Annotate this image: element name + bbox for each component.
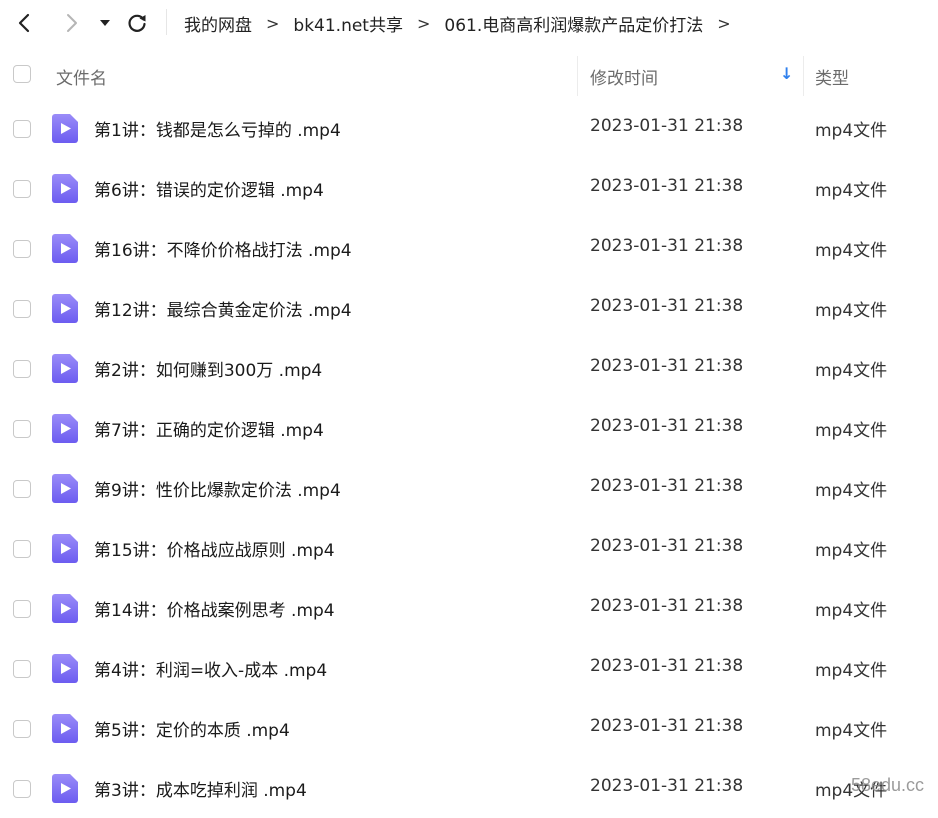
file-modified-time: 2023-01-31 21:38 [590, 656, 743, 676]
file-type: mp4文件 [815, 296, 887, 321]
file-modified-time: 2023-01-31 21:38 [590, 116, 743, 136]
caret-down-icon [99, 18, 111, 28]
file-modified-time: 2023-01-31 21:38 [590, 716, 743, 736]
refresh-button[interactable] [122, 8, 152, 38]
file-row[interactable]: 第7讲：正确的定价逻辑 .mp4 2023-01-31 21:38 mp4文件 [0, 398, 938, 458]
file-modified-time: 2023-01-31 21:38 [590, 596, 743, 616]
file-row[interactable]: 第3讲：成本吃掉利润 .mp4 2023-01-31 21:38 mp4文件 [0, 758, 938, 818]
row-checkbox[interactable] [13, 720, 31, 738]
file-modified-time: 2023-01-31 21:38 [590, 236, 743, 256]
watermark: 58edu.cc [851, 775, 924, 796]
column-header-type[interactable]: 类型 [815, 64, 849, 89]
file-list-header: 文件名 修改时间 ↓ 类型 [0, 50, 938, 98]
refresh-icon [126, 12, 148, 34]
column-divider[interactable] [577, 56, 578, 96]
video-file-icon [52, 354, 78, 383]
file-modified-time: 2023-01-31 21:38 [590, 776, 743, 796]
row-checkbox[interactable] [13, 480, 31, 498]
file-modified-time: 2023-01-31 21:38 [590, 536, 743, 556]
top-navigation-bar: 我的网盘 > bk41.net共享 > 061.电商高利润爆款产品定价打法 > [0, 0, 938, 46]
chevron-left-icon [17, 13, 33, 33]
file-name[interactable]: 第7讲：正确的定价逻辑 .mp4 [94, 416, 324, 441]
file-row[interactable]: 第9讲：性价比爆款定价法 .mp4 2023-01-31 21:38 mp4文件 [0, 458, 938, 518]
breadcrumb-item-shared[interactable]: bk41.net共享 [293, 11, 403, 36]
breadcrumb-separator[interactable]: > [717, 14, 730, 33]
file-row[interactable]: 第12讲：最综合黄金定价法 .mp4 2023-01-31 21:38 mp4文… [0, 278, 938, 338]
row-checkbox[interactable] [13, 780, 31, 798]
video-file-icon [52, 474, 78, 503]
file-modified-time: 2023-01-31 21:38 [590, 296, 743, 316]
row-checkbox[interactable] [13, 360, 31, 378]
file-modified-time: 2023-01-31 21:38 [590, 476, 743, 496]
row-checkbox[interactable] [13, 180, 31, 198]
breadcrumb-item-root[interactable]: 我的网盘 [184, 11, 252, 36]
row-checkbox[interactable] [13, 120, 31, 138]
file-name[interactable]: 第15讲：价格战应战原则 .mp4 [94, 536, 335, 561]
column-header-name[interactable]: 文件名 [56, 64, 107, 89]
file-name[interactable]: 第9讲：性价比爆款定价法 .mp4 [94, 476, 341, 501]
back-button[interactable] [10, 8, 40, 38]
file-name[interactable]: 第3讲：成本吃掉利润 .mp4 [94, 776, 307, 801]
file-name[interactable]: 第12讲：最综合黄金定价法 .mp4 [94, 296, 352, 321]
video-file-icon [52, 114, 78, 143]
column-header-modified[interactable]: 修改时间 [590, 64, 658, 89]
file-name[interactable]: 第6讲：错误的定价逻辑 .mp4 [94, 176, 324, 201]
file-type: mp4文件 [815, 176, 887, 201]
row-checkbox[interactable] [13, 300, 31, 318]
file-modified-time: 2023-01-31 21:38 [590, 176, 743, 196]
breadcrumb-item-current-folder[interactable]: 061.电商高利润爆款产品定价打法 [444, 11, 703, 36]
video-file-icon [52, 654, 78, 683]
file-row[interactable]: 第16讲：不降价价格战打法 .mp4 2023-01-31 21:38 mp4文… [0, 218, 938, 278]
video-file-icon [52, 294, 78, 323]
file-row[interactable]: 第6讲：错误的定价逻辑 .mp4 2023-01-31 21:38 mp4文件 [0, 158, 938, 218]
column-divider[interactable] [803, 56, 804, 96]
file-type: mp4文件 [815, 716, 887, 741]
file-name[interactable]: 第16讲：不降价价格战打法 .mp4 [94, 236, 352, 261]
row-checkbox[interactable] [13, 600, 31, 618]
file-type: mp4文件 [815, 416, 887, 441]
file-modified-time: 2023-01-31 21:38 [590, 356, 743, 376]
file-row[interactable]: 第15讲：价格战应战原则 .mp4 2023-01-31 21:38 mp4文件 [0, 518, 938, 578]
video-file-icon [52, 594, 78, 623]
file-modified-time: 2023-01-31 21:38 [590, 416, 743, 436]
row-checkbox[interactable] [13, 660, 31, 678]
file-row[interactable]: 第14讲：价格战案例思考 .mp4 2023-01-31 21:38 mp4文件 [0, 578, 938, 638]
row-checkbox[interactable] [13, 540, 31, 558]
breadcrumb-separator: > [417, 14, 430, 33]
file-type: mp4文件 [815, 236, 887, 261]
video-file-icon [52, 414, 78, 443]
video-file-icon [52, 534, 78, 563]
breadcrumb-separator: > [266, 14, 279, 33]
file-row[interactable]: 第1讲：钱都是怎么亏掉的 .mp4 2023-01-31 21:38 mp4文件 [0, 98, 938, 158]
row-checkbox[interactable] [13, 240, 31, 258]
select-all-checkbox[interactable] [13, 65, 31, 83]
file-type: mp4文件 [815, 656, 887, 681]
row-checkbox[interactable] [13, 420, 31, 438]
file-row[interactable]: 第5讲：定价的本质 .mp4 2023-01-31 21:38 mp4文件 [0, 698, 938, 758]
history-dropdown-button[interactable] [92, 8, 118, 38]
nav-divider [166, 9, 167, 35]
file-row[interactable]: 第4讲：利润=收入-成本 .mp4 2023-01-31 21:38 mp4文件 [0, 638, 938, 698]
file-row[interactable]: 第2讲：如何赚到300万 .mp4 2023-01-31 21:38 mp4文件 [0, 338, 938, 398]
file-type: mp4文件 [815, 116, 887, 141]
file-name[interactable]: 第5讲：定价的本质 .mp4 [94, 716, 290, 741]
file-name[interactable]: 第14讲：价格战案例思考 .mp4 [94, 596, 335, 621]
video-file-icon [52, 774, 78, 803]
file-type: mp4文件 [815, 596, 887, 621]
video-file-icon [52, 174, 78, 203]
video-file-icon [52, 234, 78, 263]
sort-descending-icon[interactable]: ↓ [780, 64, 793, 83]
file-list: 第1讲：钱都是怎么亏掉的 .mp4 2023-01-31 21:38 mp4文件… [0, 98, 938, 818]
file-name[interactable]: 第2讲：如何赚到300万 .mp4 [94, 356, 322, 381]
file-type: mp4文件 [815, 476, 887, 501]
file-type: mp4文件 [815, 536, 887, 561]
file-type: mp4文件 [815, 356, 887, 381]
video-file-icon [52, 714, 78, 743]
file-name[interactable]: 第4讲：利润=收入-成本 .mp4 [94, 656, 327, 681]
breadcrumb: 我的网盘 > bk41.net共享 > 061.电商高利润爆款产品定价打法 > [184, 9, 745, 37]
chevron-right-icon [63, 13, 79, 33]
file-name[interactable]: 第1讲：钱都是怎么亏掉的 .mp4 [94, 116, 341, 141]
forward-button[interactable] [56, 8, 86, 38]
